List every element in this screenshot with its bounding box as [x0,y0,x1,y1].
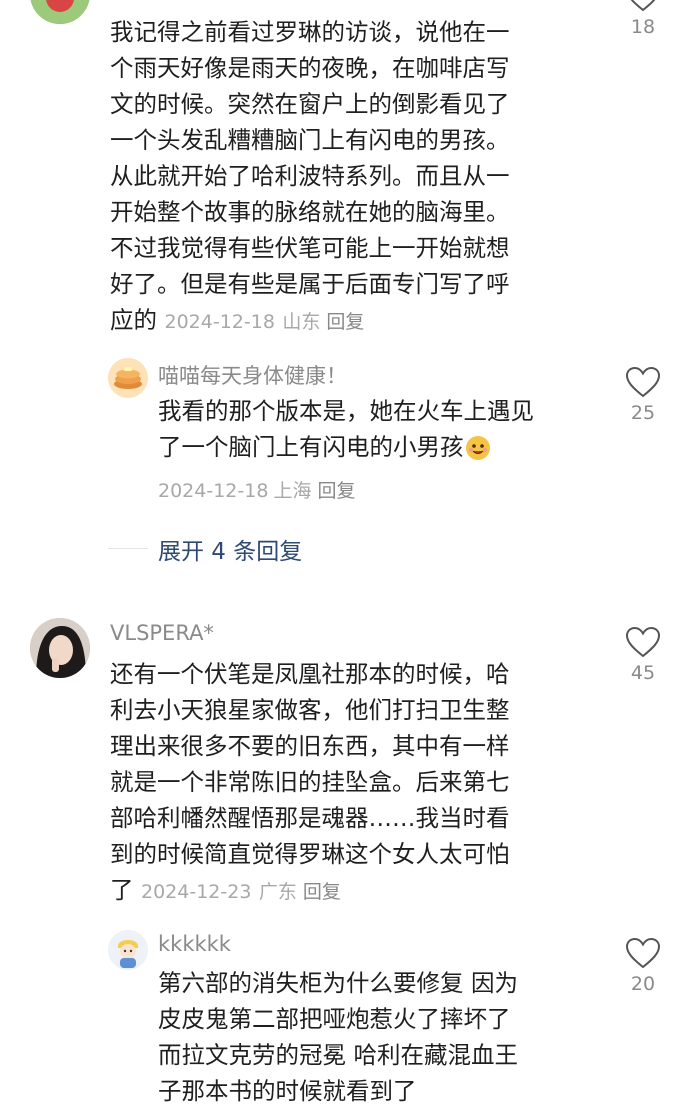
avatar[interactable] [108,930,148,970]
avatar-image [108,930,148,970]
avatar[interactable] [108,358,148,398]
avatar[interactable] [30,618,90,678]
comment-location: 山东 [282,311,321,333]
smile-emoji-icon [465,435,490,460]
reply-button[interactable]: 回复 [326,311,364,333]
reply-button[interactable]: 回复 [318,480,356,502]
like-count: 18 [630,16,656,38]
expand-replies-button[interactable]: 展开 4 条回复 [158,532,302,566]
like-count: 45 [630,662,656,684]
comment-text: 第六部的消失柜为什么要修复 因为 皮皮鬼第二部把哑炮惹火了摔坏了 而拉文克劳的冠… [158,969,518,1105]
username[interactable]: 喵喵每天身体健康！ [158,360,347,390]
comment-meta: 2024-12-18 上海 回复 [158,476,356,503]
username[interactable]: VLSPERA* [110,621,214,645]
like-button[interactable]: 18 [623,0,663,38]
heart-icon [625,366,661,398]
heart-icon [625,626,661,658]
comment-text: 我记得之前看过罗琳的访谈，说他在一 个雨天好像是雨天的夜晚，在咖啡店写 文的时候… [110,18,510,334]
like-button[interactable]: 45 [623,626,663,684]
comment-date: 2024-12-18 [164,311,275,333]
comment-location: 广东 [258,881,297,903]
like-button[interactable]: 20 [623,937,663,995]
comment-text: 我看的那个版本是，她在火车上遇见 了一个脑门上有闪电的小男孩 [158,397,534,461]
like-count: 25 [630,402,656,424]
avatar[interactable] [30,0,90,24]
heart-icon [625,937,661,969]
avatar-image [30,618,90,678]
comment-date: 2024-12-18 [158,480,269,502]
avatar-image [30,0,90,24]
comment-location: 上海 [273,480,312,502]
comment-text: 还有一个伏笔是凤凰社那本的时候，哈 利去小天狼星家做客，他们打扫卫生整 理出来很… [110,660,510,904]
reply-button[interactable]: 回复 [303,881,341,903]
username[interactable]: kkkkkk [158,932,231,956]
avatar-image [108,358,148,398]
like-count: 20 [630,973,656,995]
comment-date: 2024-12-23 [140,881,252,903]
heart-icon [630,0,656,12]
like-button[interactable]: 25 [623,366,663,424]
divider [108,548,148,549]
